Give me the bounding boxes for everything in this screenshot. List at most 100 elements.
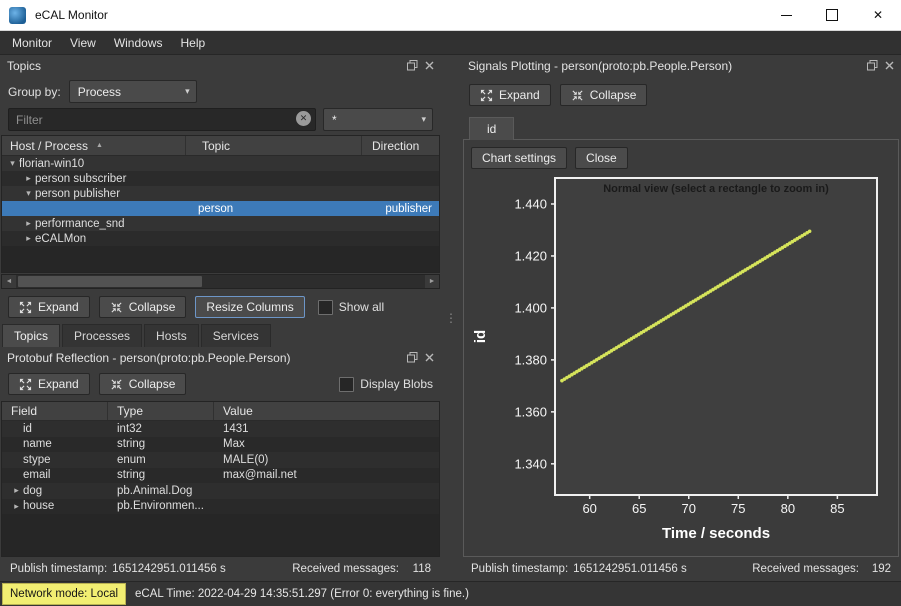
topic-tree-row[interactable]: ▸person subscriber xyxy=(2,171,439,186)
topic-label xyxy=(186,231,362,246)
chevron-down-icon: ▾ xyxy=(177,86,190,97)
tree-expander-icon[interactable]: ▸ xyxy=(10,501,23,512)
expand-arrows-icon xyxy=(480,89,493,102)
minimize-icon xyxy=(781,15,792,16)
tab-processes[interactable]: Processes xyxy=(62,324,142,347)
column-header-topic[interactable]: Topic xyxy=(186,136,362,155)
protobuf-table: Field Type Value idint321431namestringMa… xyxy=(1,401,440,557)
topic-tree-row[interactable]: ▾florian-win10 xyxy=(2,156,439,171)
scrollbar-track[interactable] xyxy=(16,275,425,288)
column-header-type[interactable]: Type xyxy=(108,402,214,420)
menu-item-help[interactable]: Help xyxy=(172,31,215,54)
column-header-value[interactable]: Value xyxy=(214,402,439,420)
tab-services[interactable]: Services xyxy=(201,324,271,347)
window-titlebar: eCAL Monitor ✕ xyxy=(0,0,901,31)
tree-expander-icon[interactable]: ▸ xyxy=(22,218,35,229)
tree-expander-icon[interactable]: ▸ xyxy=(10,485,23,496)
column-header-label: Host / Process xyxy=(10,139,88,153)
network-mode-badge[interactable]: Network mode: Local xyxy=(2,583,126,605)
expand-button[interactable]: Expand xyxy=(8,296,90,318)
close-dock-icon[interactable] xyxy=(425,61,434,70)
protobuf-field-row[interactable]: ▸dog pb.Animal.Dog xyxy=(2,483,439,499)
minimize-button[interactable] xyxy=(763,0,809,30)
topic-tree-row[interactable]: personpublisher xyxy=(2,201,439,216)
x-axis-label: Time / seconds xyxy=(662,525,770,542)
scrollbar-handle[interactable] xyxy=(18,276,202,287)
horizontal-scrollbar[interactable]: ◄ ► xyxy=(1,274,440,289)
publish-timestamp-value: 1651242951.011456 s xyxy=(112,563,226,575)
maximize-icon xyxy=(826,9,838,21)
filter-scope-combo[interactable]: * ▾ xyxy=(323,108,433,131)
expand-button[interactable]: Expand xyxy=(469,84,551,106)
float-dock-icon[interactable] xyxy=(407,352,418,363)
direction-label: publisher xyxy=(362,201,439,216)
tab-hosts[interactable]: Hosts xyxy=(144,324,199,347)
statusbar: Network mode: Local eCAL Time: 2022-04-2… xyxy=(0,581,901,606)
group-by-combo[interactable]: Process ▾ xyxy=(69,80,197,103)
column-header-label: Value xyxy=(223,404,253,418)
publish-timestamp-label: Publish timestamp: xyxy=(10,563,107,575)
filter-input[interactable] xyxy=(8,108,316,131)
chart-close-button[interactable]: Close xyxy=(575,147,628,169)
dock-tabs: TopicsProcessesHostsServices xyxy=(0,324,441,347)
column-header-field[interactable]: Field xyxy=(2,402,108,420)
field-value: max@mail.net xyxy=(214,468,439,484)
protobuf-field-row[interactable]: ▸housepb.Environmen... xyxy=(2,499,439,515)
menu-item-monitor[interactable]: Monitor xyxy=(3,31,61,54)
protobuf-field-row[interactable]: idint321431 xyxy=(2,421,439,437)
tree-expander-icon[interactable]: ▸ xyxy=(22,233,35,244)
topics-dock-titlebar: Topics xyxy=(0,55,441,76)
column-header-direction[interactable]: Direction xyxy=(362,136,439,155)
topics-dock-title: Topics xyxy=(7,59,41,73)
topic-tree-row[interactable]: ▸performance_snd xyxy=(2,216,439,231)
protobuf-field-row[interactable]: namestringMax xyxy=(2,437,439,453)
filter-row: ✕ * ▾ xyxy=(0,106,441,135)
plot-area[interactable] xyxy=(555,178,877,495)
field-value xyxy=(214,483,439,499)
show-all-checkbox[interactable]: Show all xyxy=(318,300,384,315)
menu-item-view[interactable]: View xyxy=(61,31,105,54)
menu-item-windows[interactable]: Windows xyxy=(105,31,172,54)
float-dock-icon[interactable] xyxy=(867,60,878,71)
topic-tree-row[interactable]: ▸eCALMon xyxy=(2,231,439,246)
field-value: MALE(0) xyxy=(214,452,439,468)
protobuf-field-row[interactable]: stypeenumMALE(0) xyxy=(2,452,439,468)
expand-button[interactable]: Expand xyxy=(8,373,90,395)
clear-filter-icon[interactable]: ✕ xyxy=(296,111,311,126)
right-column: Signals Plotting - person(proto:pb.Peopl… xyxy=(461,55,901,581)
topic-tree-row[interactable]: ▾person publisher xyxy=(2,186,439,201)
panel-splitter[interactable]: ⋮ xyxy=(441,55,461,581)
close-dock-icon[interactable] xyxy=(425,353,434,362)
close-button[interactable]: ✕ xyxy=(855,0,901,30)
x-tick-label: 80 xyxy=(781,501,795,516)
chart-settings-button[interactable]: Chart settings xyxy=(471,147,567,169)
y-tick-label: 1.440 xyxy=(514,196,547,211)
collapse-button[interactable]: Collapse xyxy=(560,84,648,106)
menubar: MonitorViewWindowsHelp xyxy=(0,31,901,55)
field-type: pb.Animal.Dog xyxy=(108,483,214,499)
scroll-left-icon[interactable]: ◄ xyxy=(2,275,16,288)
field-type: enum xyxy=(108,452,214,468)
signal-chart-svg[interactable]: 6065707580851.3401.3601.3801.4001.4201.4… xyxy=(471,173,891,545)
collapse-button[interactable]: Collapse xyxy=(99,296,187,318)
maximize-button[interactable] xyxy=(809,0,855,30)
float-dock-icon[interactable] xyxy=(407,60,418,71)
tab-id[interactable]: id xyxy=(469,117,514,140)
signals-plotting-dock: Signals Plotting - person(proto:pb.Peopl… xyxy=(461,55,901,581)
tree-expander-icon[interactable]: ▸ xyxy=(22,173,35,184)
tree-expander-icon[interactable]: ▾ xyxy=(22,188,35,199)
group-by-label: Group by: xyxy=(8,85,61,99)
received-messages-label: Received messages: xyxy=(292,563,399,575)
close-dock-icon[interactable] xyxy=(885,61,894,70)
column-header-host-process[interactable]: Host / Process ▲ xyxy=(2,136,186,155)
collapse-button[interactable]: Collapse xyxy=(99,373,187,395)
scroll-right-icon[interactable]: ► xyxy=(425,275,439,288)
display-blobs-checkbox[interactable]: Display Blobs xyxy=(339,377,433,392)
field-name: dog xyxy=(23,485,42,497)
protobuf-field-row[interactable]: emailstringmax@mail.net xyxy=(2,468,439,484)
tab-topics[interactable]: Topics xyxy=(2,324,60,347)
resize-columns-button[interactable]: Resize Columns xyxy=(195,296,304,318)
protobuf-table-header: Field Type Value xyxy=(2,402,439,421)
collapse-arrows-icon xyxy=(110,378,123,391)
tree-expander-icon[interactable]: ▾ xyxy=(6,158,19,169)
